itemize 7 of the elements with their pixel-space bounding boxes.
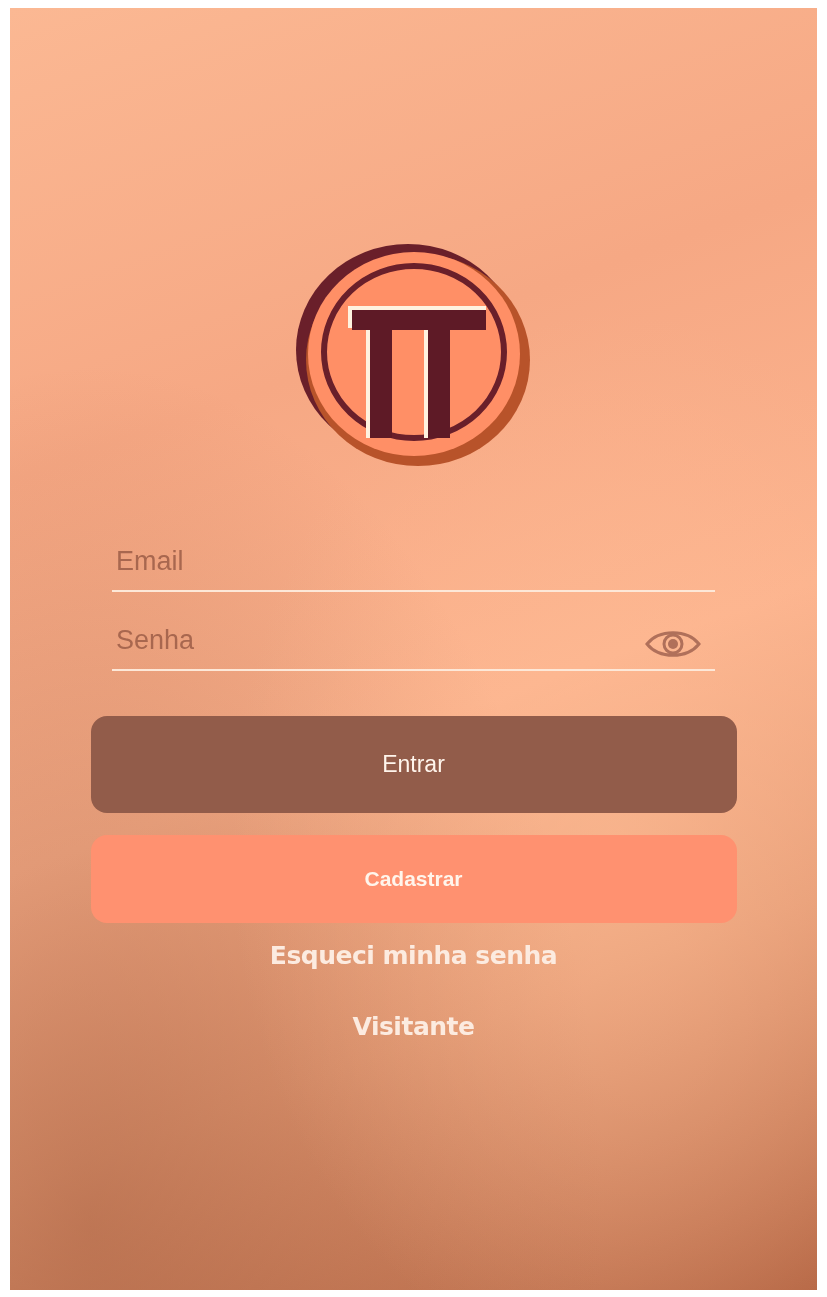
guest-link[interactable]: Visitante	[352, 1012, 475, 1041]
login-button[interactable]: Entrar	[90, 716, 737, 813]
eye-icon[interactable]	[645, 629, 701, 659]
password-field[interactable]: Senha	[112, 611, 715, 671]
forgot-password-link[interactable]: Esqueci minha senha	[269, 941, 558, 970]
email-field[interactable]: Email	[112, 532, 715, 592]
register-button[interactable]: Cadastrar	[90, 835, 737, 923]
